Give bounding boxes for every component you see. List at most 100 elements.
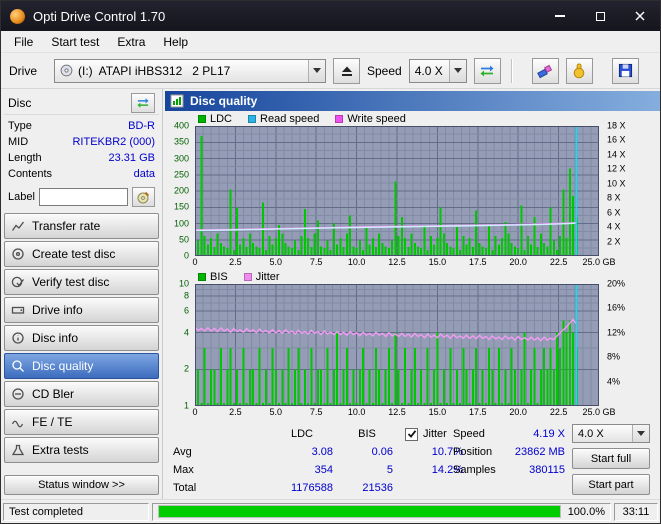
axis-tick-label: 7.5	[309, 407, 323, 417]
axis-tick-label: 50	[178, 234, 189, 245]
axis-tick-label: 17.5	[469, 257, 487, 267]
eject-button[interactable]	[333, 57, 360, 84]
test-controls: 4.0 X Start full Start part	[572, 424, 650, 495]
scan-readout: Speed 4.19 X Position 23862 MB Samples 3…	[453, 425, 565, 479]
jitter-checkbox[interactable]	[405, 427, 418, 441]
extra-tests-icon	[11, 443, 25, 457]
sidebar-item-create-test-disc[interactable]: Create test disc	[4, 241, 159, 267]
total-ldc-value: 1176588	[290, 482, 333, 494]
maximize-button[interactable]	[580, 1, 620, 31]
sidebar-item-extra-tests[interactable]: Extra tests	[4, 437, 159, 463]
start-part-button[interactable]: Start part	[572, 474, 650, 495]
sidebar-item-verify-test-disc[interactable]: Verify test disc	[4, 269, 159, 295]
menu-bar: File Start test Extra Help	[1, 31, 660, 53]
axis-tick-label: 2.5	[229, 407, 242, 417]
ldc-speed-chart: 0 50 100 150 200 250 300 350 400 2 X4 X6 X8 X 10 …	[165, 121, 660, 260]
menu-help[interactable]: Help	[154, 32, 197, 52]
progress-cell: 100.0%	[152, 502, 611, 521]
stats-table: LDC BIS Jitter Avg 3.08 0.06 10.7% Max 3…	[171, 425, 471, 497]
legend-swatch	[243, 272, 252, 281]
refresh-disc-button[interactable]	[131, 92, 155, 113]
axis-tick-label: 7.5	[309, 257, 323, 267]
legend-swatch	[198, 272, 206, 281]
speed-label: Speed	[367, 63, 402, 78]
menu-start-test[interactable]: Start test	[42, 32, 108, 52]
stat-row-label: Avg	[173, 446, 192, 458]
menu-extra[interactable]: Extra	[108, 32, 154, 52]
refresh-icon	[137, 97, 149, 108]
toolbar-separator	[510, 58, 512, 83]
create-test-disc-icon	[11, 247, 25, 261]
label-row: Label	[4, 183, 159, 212]
axis-tick-label: 2.5	[229, 257, 242, 267]
max-bis-value: 5	[386, 464, 393, 476]
sidebar-item-label: CD Bler	[32, 387, 75, 401]
app-window: Opti Drive Control 1.70 File Start test Ex…	[0, 0, 661, 524]
drive-select-arrow[interactable]	[308, 59, 325, 82]
axis-tick-label: 2 X	[607, 236, 621, 247]
status-window-button[interactable]: Status window >>	[4, 475, 159, 495]
quality-chart-icon	[170, 94, 184, 108]
panel-title: Disc quality	[190, 94, 258, 108]
chevron-down-icon	[637, 431, 645, 436]
menu-file[interactable]: File	[5, 32, 42, 52]
sidebar-item-disc-info[interactable]: Disc info	[4, 325, 159, 351]
test-speed-select[interactable]: 4.0 X	[572, 424, 650, 443]
status-message: Test completed	[3, 502, 149, 521]
write-label-button[interactable]	[132, 187, 155, 207]
close-button[interactable]	[620, 1, 660, 31]
donate-button[interactable]	[565, 57, 593, 84]
axis-tick-label: 0	[192, 257, 198, 267]
sidebar-item-cd-bler[interactable]: CD Bler	[4, 381, 159, 407]
chart2-plot	[194, 284, 599, 406]
info-value-type: BD-R	[128, 120, 155, 132]
sidebar-item-transfer-rate[interactable]: Transfer rate	[4, 213, 159, 239]
drive-info-icon	[11, 303, 25, 317]
maximize-icon	[595, 11, 605, 21]
progress-percent: 100.0%	[567, 505, 605, 518]
axis-tick-label: 12 X	[607, 163, 626, 174]
save-button[interactable]	[611, 57, 639, 84]
legend-swatch	[335, 114, 344, 123]
save-icon	[618, 63, 632, 78]
avg-bis-value: 0.06	[371, 446, 393, 458]
test-speed-arrow[interactable]	[632, 425, 649, 442]
position-readout-label: Position	[453, 446, 493, 458]
sidebar-item-label: Disc info	[32, 331, 79, 345]
chart2-left-axis: 1 2 4 6 8 10	[165, 279, 192, 410]
label-input[interactable]	[38, 188, 128, 206]
sidebar-item-fe-te[interactable]: FE / TE	[4, 409, 159, 435]
title-bar: Opti Drive Control 1.70	[1, 1, 660, 31]
speed-select-arrow[interactable]	[448, 59, 466, 82]
axis-tick-label: 12.5	[388, 407, 406, 417]
sidebar-item-disc-quality[interactable]: Disc quality	[4, 353, 159, 379]
axis-tick-label: 25.0 GB	[582, 257, 616, 267]
axis-tick-label: 350	[173, 136, 189, 147]
speed-select[interactable]: 4.0 X	[408, 58, 467, 83]
close-icon	[635, 11, 645, 21]
sidebar-item-drive-info[interactable]: Drive info	[4, 297, 159, 323]
stat-row-label: Max	[173, 464, 194, 476]
minimize-button[interactable]	[540, 1, 580, 31]
disc-info-icon	[11, 331, 25, 345]
legend-bottom: BIS Jitter	[165, 269, 660, 284]
window-controls	[540, 1, 660, 31]
start-full-button[interactable]: Start full	[572, 448, 650, 469]
hand-icon	[573, 63, 585, 78]
axis-tick-label: 400	[173, 120, 189, 131]
label-caption: Label	[8, 191, 35, 203]
drive-select[interactable]: (I:) ATAPI iHBS312 2 PL17	[54, 58, 326, 83]
refresh-drives-button[interactable]	[473, 57, 501, 84]
disc-panel-header: Disc	[4, 91, 159, 115]
axis-tick-label: 12.5	[388, 257, 406, 267]
axis-tick-label: 15.0	[428, 257, 447, 267]
erase-disc-button[interactable]	[531, 57, 559, 84]
axis-tick-label: 20.0	[509, 257, 527, 267]
disc-info-row: Contents data	[8, 166, 155, 182]
info-value-contents[interactable]: data	[134, 168, 155, 180]
axis-tick-label: 25.0 GB	[582, 407, 616, 417]
sidebar-item-label: Drive info	[32, 303, 83, 317]
axis-tick-label: 5.0	[269, 407, 283, 417]
sidebar-item-label: Extra tests	[32, 443, 89, 457]
disc-info-row: Type BD-R	[8, 118, 155, 134]
